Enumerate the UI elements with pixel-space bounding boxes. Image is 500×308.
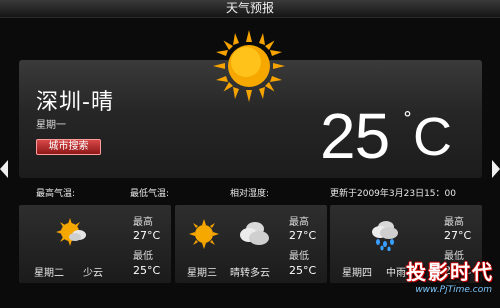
sun-icon (213, 30, 285, 102)
low-temp-label: 最低气温: (130, 189, 170, 199)
forecast-card[interactable]: 最高 27°C 最低 25°C 星期三 晴转多云 (175, 205, 327, 283)
forecast-card[interactable]: 最高 27°C 最低 25°C 星期二 少云 (19, 205, 171, 283)
high-label: 最高 (133, 217, 153, 228)
low-temp: 25°C (133, 264, 161, 277)
current-temperature: 25 (320, 100, 390, 172)
high-temp: 27°C (133, 229, 161, 242)
high-temp-label: 最高气温: (36, 189, 76, 199)
forecast-day: 星期二 (34, 268, 64, 279)
humidity-label: 相对湿度: (230, 189, 270, 199)
celsius-unit: C (413, 107, 452, 167)
current-weekday: 星期一 (36, 120, 66, 131)
high-label: 最高 (289, 217, 309, 228)
forecast-day: 星期三 (187, 268, 217, 279)
high-temp: 27°C (289, 229, 317, 242)
high-label: 最高 (444, 217, 464, 228)
low-label: 最低 (289, 251, 309, 262)
low-temp: 25°C (289, 264, 317, 277)
app-title: 天气预报 (225, 1, 274, 15)
updated-time: 更新于2009年3月23日15：00 (330, 189, 456, 199)
forecast-condition: 少云 (83, 268, 103, 279)
partly-cloudy-icon (56, 218, 86, 246)
sun-icon (189, 219, 219, 249)
previous-arrow-icon[interactable] (0, 160, 8, 178)
next-arrow-icon[interactable] (492, 160, 500, 178)
watermark-title: 投影时代 (406, 260, 494, 284)
city-search-button[interactable]: 城市搜索 (36, 139, 101, 155)
forecast-day: 星期四 (342, 268, 372, 279)
city-name: 深圳-晴 (36, 90, 114, 115)
high-temp: 27°C (444, 229, 472, 242)
watermark-url: www.PjTime.com (415, 285, 492, 295)
app-title-bar: 天气预报 (0, 0, 500, 18)
rain-icon (372, 221, 398, 251)
site-watermark: 投影时代 www.PjTime.com (382, 256, 500, 308)
forecast-condition: 晴转多云 (230, 268, 270, 279)
degree-symbol: ° (403, 108, 412, 129)
cloud-icon (240, 222, 269, 245)
low-label: 最低 (133, 251, 153, 262)
